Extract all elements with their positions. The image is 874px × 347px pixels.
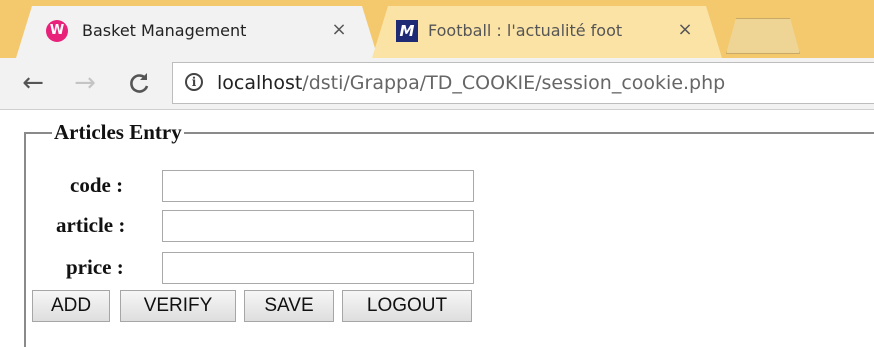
code-row: code : <box>24 170 524 204</box>
new-tab-button[interactable] <box>726 18 800 54</box>
wamp-icon: W <box>46 20 68 42</box>
forward-arrow-icon[interactable]: → <box>70 68 100 98</box>
tab-football[interactable]: M Football : l'actualité foot × <box>372 6 722 58</box>
address-bar[interactable]: i localhost/dsti/Grappa/TD_COOKIE/sessio… <box>172 62 874 104</box>
price-row: price : <box>24 252 524 286</box>
close-icon[interactable]: × <box>328 19 350 40</box>
article-label: article : <box>56 213 126 237</box>
verify-button[interactable]: VERIFY <box>120 290 236 322</box>
tab-basket-management[interactable]: W Basket Management × <box>16 6 378 58</box>
close-icon[interactable]: × <box>674 19 696 40</box>
reload-icon[interactable] <box>124 68 154 98</box>
code-label: code : <box>70 173 124 197</box>
tab-title: Football : l'actualité foot <box>428 21 623 40</box>
price-label: price : <box>66 255 124 279</box>
m-logo-icon: M <box>396 20 418 42</box>
tab-strip: W Basket Management × M Football : l'act… <box>0 0 874 58</box>
logout-button[interactable]: LOGOUT <box>342 290 472 322</box>
save-button[interactable]: SAVE <box>244 290 334 322</box>
code-input[interactable] <box>162 170 474 202</box>
url-text: localhost/dsti/Grappa/TD_COOKIE/session_… <box>217 72 725 94</box>
tab-title: Basket Management <box>82 21 247 40</box>
url-host: localhost <box>217 72 303 94</box>
back-arrow-icon[interactable]: ← <box>18 68 48 98</box>
article-input[interactable] <box>162 210 474 242</box>
add-button[interactable]: ADD <box>32 290 110 322</box>
browser-window: W Basket Management × M Football : l'act… <box>0 0 874 347</box>
url-path: /dsti/Grappa/TD_COOKIE/session_cookie.ph… <box>302 72 726 94</box>
article-row: article : <box>24 210 524 244</box>
browser-toolbar: ← → i localhost/dsti/Grappa/TD_COOKIE/se… <box>0 58 874 110</box>
info-icon[interactable]: i <box>185 73 203 91</box>
page-content: Articles Entry code : article : price : … <box>0 110 874 347</box>
form-buttons: ADD VERIFY SAVE LOGOUT <box>32 290 532 324</box>
fieldset-legend: Articles Entry <box>54 120 182 144</box>
price-input[interactable] <box>162 252 474 284</box>
